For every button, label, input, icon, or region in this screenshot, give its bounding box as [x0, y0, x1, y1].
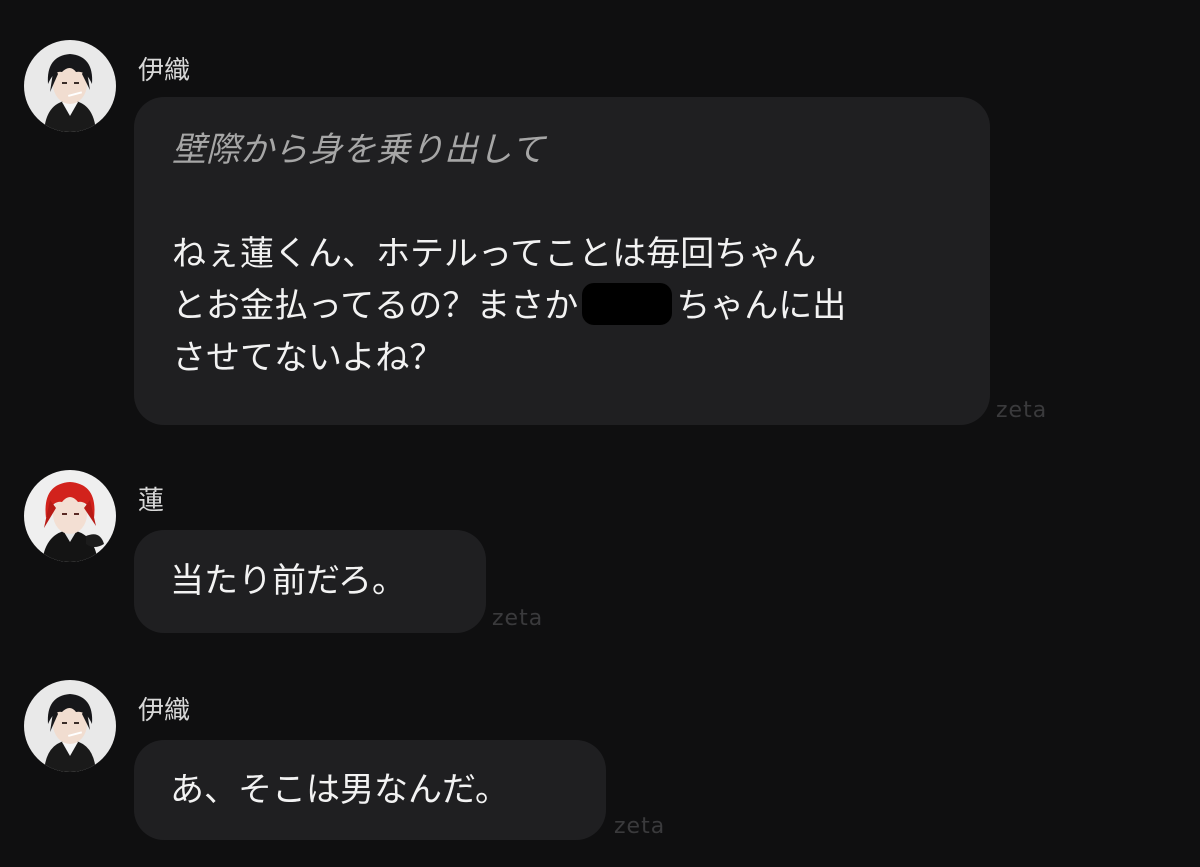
sender-name: 蓮 [138, 486, 165, 516]
chat-log: 伊織 壁際から身を乗り出して ねぇ蓮くん、ホテルってことは毎回ちゃん とお金払っ… [0, 0, 1200, 867]
message-text: 当たり前だろ。 [170, 561, 406, 601]
watermark: zeta [996, 398, 1048, 423]
watermark: zeta [614, 814, 666, 839]
message-bubble[interactable]: あ、そこは男なんだ。 [134, 740, 606, 840]
redaction-mark [582, 283, 673, 325]
sender-name: 伊織 [138, 56, 191, 86]
message-bubble[interactable]: 壁際から身を乗り出して ねぇ蓮くん、ホテルってことは毎回ちゃん とお金払ってるの… [134, 97, 990, 425]
avatar-iori[interactable] [24, 680, 116, 772]
message-text-segment: ちゃんに出 [676, 286, 847, 326]
watermark: zeta [492, 606, 544, 631]
avatar-ren[interactable] [24, 470, 116, 562]
message-text-line: とお金払ってるの？まさか ちゃんに出 [172, 280, 952, 332]
sender-name: 伊織 [138, 696, 191, 726]
red-haired-character-avatar-icon [24, 470, 116, 562]
narration-text: 壁際から身を乗り出して [172, 130, 545, 170]
message-text: あ、そこは男なんだ。 [170, 770, 509, 810]
dark-haired-character-avatar-icon [24, 680, 116, 772]
message-text-line: ねぇ蓮くん、ホテルってことは毎回ちゃん [172, 234, 817, 274]
message-bubble[interactable]: 当たり前だろ。 [134, 530, 486, 633]
message-text-line: させてないよね？ [172, 338, 444, 378]
dark-haired-character-avatar-icon [24, 40, 116, 132]
avatar-iori[interactable] [24, 40, 116, 132]
message-text-segment: とお金払ってるの？まさか [172, 286, 579, 326]
